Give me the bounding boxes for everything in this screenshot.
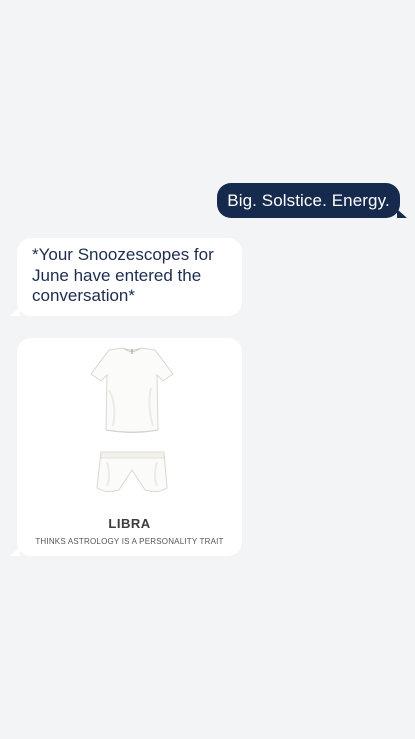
zodiac-trait-caption: THINKS ASTROLOGY IS A PERSONALITY TRAIT: [35, 537, 224, 546]
outgoing-message-bubble[interactable]: Big. Solstice. Energy.: [217, 183, 407, 218]
incoming-message-text: *Your Snoozescopes for June have entered…: [32, 245, 214, 305]
pajama-set-image: [90, 347, 174, 493]
zodiac-sign-title: LIBRA: [108, 516, 151, 531]
product-card-bubble[interactable]: LIBRA THINKS ASTROLOGY IS A PERSONALITY …: [10, 338, 242, 556]
bubble-tail: [10, 547, 20, 556]
incoming-message-bubble[interactable]: *Your Snoozescopes for June have entered…: [10, 238, 242, 316]
bubble-tail: [10, 307, 20, 316]
bubble-tail: [397, 209, 407, 218]
message-thread: Big. Solstice. Energy. *Your Snoozescope…: [0, 0, 415, 739]
outgoing-message-text: Big. Solstice. Energy.: [227, 190, 390, 210]
